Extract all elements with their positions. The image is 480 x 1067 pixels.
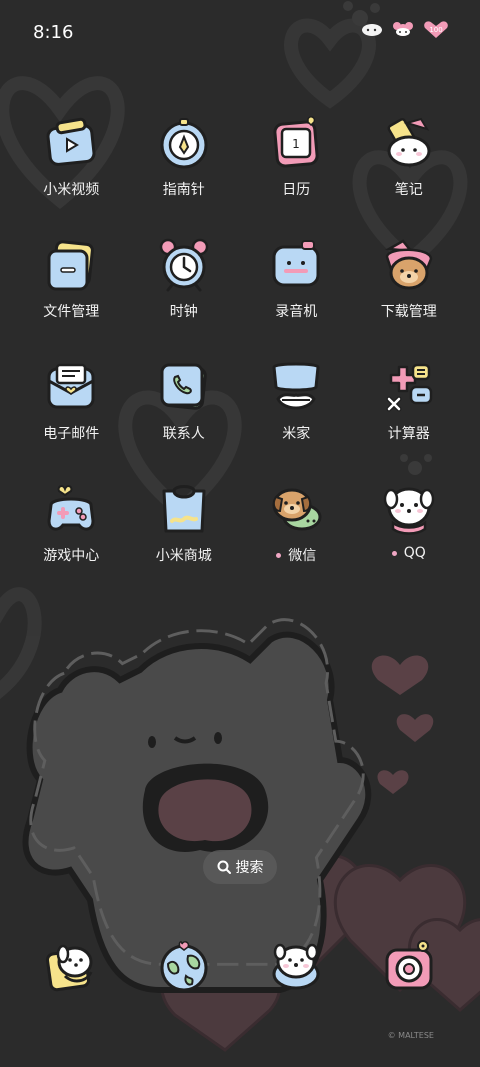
search-label: 搜索 — [235, 860, 264, 876]
app-label: 小米视频 — [43, 182, 100, 198]
camera-icon — [385, 940, 433, 990]
messages-puppy-icon — [272, 943, 320, 990]
browser-globe-icon — [160, 941, 208, 992]
faint-heart-outline — [0, 587, 42, 700]
pink-heart — [377, 770, 409, 794]
svg-text:100: 100 — [429, 26, 442, 34]
video-icon — [46, 117, 96, 166]
app-downloads[interactable]: 下载管理 — [353, 237, 466, 359]
status-time: 8:16 — [33, 22, 74, 43]
wechat-puppy-icon — [272, 488, 322, 531]
app-recorder[interactable]: 录音机 — [240, 237, 353, 359]
app-grid: 小米视频 指南针 1 日历 笔记 文件管理 时钟 录音机 下载管理 电子邮件 联… — [15, 115, 465, 603]
shopping-bag-icon — [162, 485, 206, 533]
app-clock[interactable]: 时钟 — [128, 237, 241, 359]
app-notes[interactable]: 笔记 — [353, 115, 466, 237]
app-label: 电子邮件 — [43, 426, 100, 442]
app-compass[interactable]: 指南针 — [128, 115, 241, 237]
notification-dot — [276, 552, 282, 558]
app-label: 计算器 — [387, 426, 430, 442]
dock — [15, 938, 465, 994]
sheep-badge-icon — [362, 24, 382, 36]
app-wechat[interactable]: 微信 — [240, 481, 353, 603]
app-label-text: 微信 — [288, 548, 317, 564]
wallpaper-watermark: © MALTESE — [387, 1031, 434, 1040]
compass-icon — [160, 118, 208, 169]
notes-icon — [387, 117, 431, 167]
app-label: 日历 — [282, 182, 311, 198]
calendar-icon: 1 — [273, 116, 319, 168]
contacts-icon — [160, 363, 207, 410]
app-label: 下载管理 — [380, 304, 437, 320]
gamepad-icon — [47, 485, 95, 531]
app-mijia[interactable]: 米家 — [240, 359, 353, 481]
app-label: 米家 — [282, 426, 311, 442]
calculator-icon — [386, 363, 432, 412]
phone-puppy-icon — [46, 944, 93, 992]
flower-badge-icon — [393, 22, 413, 36]
app-contacts[interactable]: 联系人 — [128, 359, 241, 481]
recorder-icon — [272, 240, 320, 287]
app-mi-store[interactable]: 小米商城 — [128, 481, 241, 603]
heart-100-badge-icon: 100 — [424, 21, 448, 38]
dock-messages[interactable] — [240, 938, 353, 994]
qq-puppy-icon — [383, 487, 434, 535]
app-calendar[interactable]: 1 日历 — [240, 115, 353, 237]
mijia-icon — [272, 362, 320, 410]
app-label: 指南针 — [162, 182, 205, 198]
app-label: 录音机 — [275, 304, 318, 320]
app-label: 时钟 — [169, 304, 198, 320]
download-puppy-icon — [384, 239, 433, 290]
search-icon — [217, 860, 231, 874]
app-label: 小米商城 — [155, 548, 212, 564]
app-email[interactable]: 电子邮件 — [15, 359, 128, 481]
alarm-clock-icon — [159, 238, 208, 292]
status-icons: 100 — [360, 20, 450, 40]
app-file-manager[interactable]: 文件管理 — [15, 237, 128, 359]
app-label-text: QQ — [403, 545, 426, 561]
app-game-center[interactable]: 游戏中心 — [15, 481, 128, 603]
svg-text:1: 1 — [292, 137, 300, 151]
bear-character — [22, 618, 372, 993]
app-label: 文件管理 — [43, 304, 100, 320]
app-label: 游戏中心 — [43, 548, 100, 564]
dock-phone[interactable] — [15, 938, 128, 994]
app-label: QQ — [391, 545, 426, 561]
status-bar: 8:16 100 — [0, 0, 480, 68]
app-calculator[interactable]: 计算器 — [353, 359, 466, 481]
pink-heart — [371, 655, 429, 695]
app-label: 笔记 — [394, 182, 423, 198]
pink-heart — [396, 714, 434, 742]
file-manager-icon — [47, 240, 95, 291]
app-label: 微信 — [276, 545, 316, 565]
dock-camera[interactable] — [353, 938, 466, 994]
app-label: 联系人 — [162, 426, 205, 442]
dock-browser[interactable] — [128, 938, 241, 994]
search-button[interactable]: 搜索 — [203, 850, 277, 884]
notification-dot — [391, 550, 397, 556]
app-mi-video[interactable]: 小米视频 — [15, 115, 128, 237]
email-icon — [47, 363, 95, 409]
app-qq[interactable]: QQ — [353, 481, 466, 603]
